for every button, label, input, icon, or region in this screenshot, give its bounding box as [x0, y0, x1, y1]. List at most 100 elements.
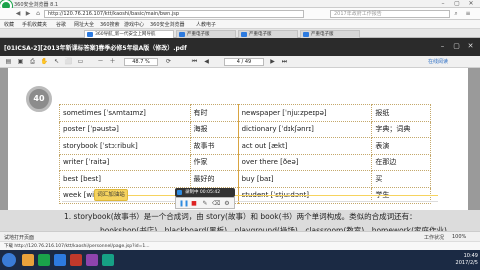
folder-icon[interactable] [22, 254, 34, 266]
bookmarks-bar: 收藏 手机收藏夹 谷歌 网址大全 360搜索 游戏中心 360安全浏览器 人教电… [0, 20, 480, 29]
status-work[interactable]: 工作状况 [424, 234, 444, 241]
vocab-word: storybook [ˈstɔːribuk] [59, 137, 191, 155]
explanation-line: 1. storybook(故事书）是一个合成词，由 story(故事）和 boo… [64, 212, 417, 221]
maximize-icon[interactable]: ▢ [452, 0, 462, 8]
vocab-meaning: 有时 [189, 104, 239, 122]
vocab-meaning: 在那边 [371, 153, 431, 171]
download-text[interactable]: 下载 http://120.76.216.107/ktt/kaoshi/pers… [4, 243, 150, 249]
vocab-meaning: 作家 [189, 153, 239, 171]
vocab-meaning: 最好的 [189, 170, 239, 188]
tab-label: 严重电子版 [311, 32, 334, 37]
open-icon[interactable]: ▤ [4, 58, 13, 66]
tab-item[interactable]: 360导航_新一代安全上网导航 [84, 30, 174, 38]
bookmark-item[interactable]: 游戏中心 [124, 21, 144, 28]
bookmark-item[interactable]: 网址大全 [74, 21, 94, 28]
browser-title: 360安全浏览器 8.1 [14, 2, 59, 8]
tab-item[interactable]: 严重电子版 [300, 30, 360, 38]
next-page-icon[interactable]: ▶ [268, 58, 277, 66]
zoom-in-icon[interactable]: ＋ [108, 58, 117, 66]
tab-item[interactable]: 严重电子版 [176, 30, 236, 38]
menu-icon[interactable]: ≡ [464, 10, 472, 18]
maximize-icon[interactable]: ▢ [452, 42, 461, 51]
search-input[interactable]: 2017年政府工作报告 [330, 10, 450, 18]
vocab-meaning: 买 [371, 170, 431, 188]
vocab-meaning: 表演 [371, 137, 431, 155]
fit-width-icon[interactable]: ▭ [76, 58, 85, 66]
select-tool-icon[interactable]: ↖ [52, 58, 61, 66]
fit-page-icon[interactable]: ⬜ [64, 58, 73, 66]
recorder-icon [177, 190, 182, 195]
app-icon[interactable] [102, 254, 114, 266]
pause-icon[interactable]: ❚❚ [179, 200, 189, 207]
minimize-icon[interactable]: – [438, 0, 448, 8]
vocab-meaning: 报纸 [371, 104, 431, 122]
vocab-word: sometimes [ˈsʌmtaɪmz] [59, 104, 191, 122]
tab-item[interactable]: 严重电子版 [238, 30, 298, 38]
eraser-icon[interactable]: ⌫ [212, 200, 220, 207]
home-icon[interactable]: ⌂ [34, 10, 42, 18]
pdf-title: [01ICSA-2][2013年新课标答案]春季必修5年级A版（修改）.pdf [4, 45, 187, 52]
zoom-out-icon[interactable]: － [96, 58, 105, 66]
page-icon [303, 32, 309, 37]
recorder-controls: ❚❚ ■ ✎ ⌫ ⚙ [175, 197, 235, 209]
bookmark-item[interactable]: 人教电子 [196, 21, 216, 28]
clock[interactable]: 10:49 2017/2/5 [444, 253, 478, 267]
download-bar: 下载 http://120.76.216.107/ktt/kaoshi/pers… [0, 241, 480, 250]
clock-date: 2017/2/5 [455, 260, 478, 266]
bookmark-item[interactable]: 谷歌 [56, 21, 66, 28]
url-input[interactable]: http://120.76.216.107/ktt/kaoshi/basic/m… [44, 10, 304, 18]
forward-icon[interactable]: ▶ [24, 10, 32, 18]
last-page-icon[interactable]: ⏭ [280, 58, 289, 66]
back-icon[interactable]: ◀ [14, 10, 22, 18]
pdf-title-bar: [01ICSA-2][2013年新课标答案]春季必修5年级A版（修改）.pdf … [0, 38, 480, 56]
start-icon[interactable] [2, 253, 16, 267]
settings-icon[interactable]: ⚙ [223, 200, 231, 207]
hand-tool-icon[interactable]: ✋ [40, 58, 49, 66]
vocab-word: act out [ækt] [237, 137, 373, 155]
rotate-icon[interactable]: ⟳ [164, 58, 173, 66]
vocab-section-label: 词汇加油站 [94, 189, 128, 201]
recorder-label: 录制中 00:05:42 [185, 190, 221, 195]
prev-page-icon[interactable]: ◀ [202, 58, 211, 66]
first-page-icon[interactable]: ⏮ [190, 58, 199, 66]
print-icon[interactable]: ⎙ [28, 58, 37, 66]
tab-strip: 360导航_新一代安全上网导航 严重电子版 严重电子版 严重电子版 [0, 29, 480, 38]
page-number-input[interactable]: 4 / 49 [224, 58, 264, 66]
pen-icon[interactable]: ✎ [201, 200, 209, 207]
stop-icon[interactable]: ■ [190, 200, 198, 207]
status-bar: 试地打开页面 工作状况 100% [0, 231, 480, 241]
minimize-icon[interactable]: – [438, 42, 447, 51]
status-text: 试地打开页面 [4, 235, 35, 241]
vocab-word: buy [baɪ] [237, 170, 373, 188]
save-icon[interactable]: ▣ [16, 58, 25, 66]
browser-icon[interactable] [38, 254, 50, 266]
bookmark-item[interactable]: 收藏 [4, 21, 14, 28]
vocab-word: dictionary [ˈdɪkʃənrɪ] [237, 120, 373, 138]
pdf-reader-icon[interactable] [70, 254, 82, 266]
tab-label: 严重电子版 [249, 32, 272, 37]
page-icon [87, 32, 93, 37]
clock-time: 10:49 [463, 253, 478, 259]
bookmark-item[interactable]: 手机收藏夹 [22, 21, 47, 28]
close-icon[interactable]: ✕ [466, 0, 476, 8]
taskbar: 10:49 2017/2/5 [0, 250, 480, 270]
tab-label: 360导航_新一代安全上网导航 [95, 32, 156, 37]
close-icon[interactable]: ✕ [466, 42, 475, 51]
ie-icon[interactable] [54, 254, 66, 266]
zoom-input[interactable]: 48.7 % [124, 58, 158, 66]
vocab-word: poster [ˈpəustə] [59, 120, 191, 138]
vocab-word: best [best] [59, 170, 191, 188]
vocab-word: over there [ðeə] [237, 153, 373, 171]
status-zoom[interactable]: 100% [452, 234, 466, 240]
recorder-panel[interactable]: 录制中 00:05:42 [175, 188, 235, 197]
page-number-badge: 40 [26, 86, 52, 112]
table-row: writer [ˈraitə] 作家 over there [ðeə] 在那边 [59, 153, 431, 171]
online-reading-link[interactable]: 在线阅读 [428, 58, 448, 65]
bookmark-item[interactable]: 360搜索 [100, 21, 120, 28]
browser-title-bar: 360安全浏览器 8.1 – ▢ ✕ [0, 0, 480, 8]
pdf-toolbar: ▤ ▣ ⎙ ✋ ↖ ⬜ ▭ － ＋ 48.7 % ⟳ ⏮ ◀ 4 / 49 ▶ … [0, 56, 480, 68]
media-icon[interactable] [86, 254, 98, 266]
search-icon[interactable]: ⌕ [452, 10, 460, 18]
bookmark-item[interactable]: 360安全浏览器 [150, 21, 185, 28]
section-rule [62, 201, 438, 202]
